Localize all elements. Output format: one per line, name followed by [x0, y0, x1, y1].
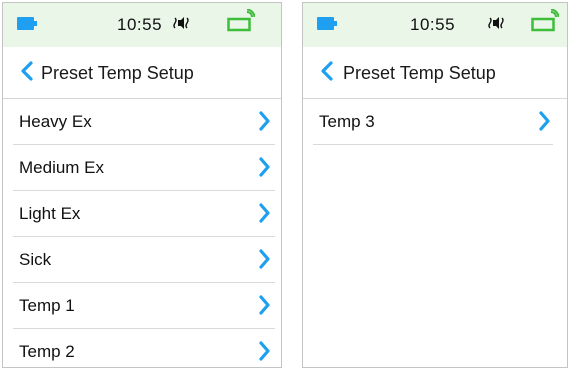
- battery-icon: [17, 17, 38, 30]
- title-bar: Preset Temp Setup: [3, 47, 281, 99]
- list-item-label: Medium Ex: [19, 158, 105, 177]
- back-button[interactable]: [13, 56, 41, 90]
- pump-screen-left: 10:55 Preset Temp Setup Heavy Ex Medium …: [2, 2, 282, 368]
- chevron-right-icon: [258, 203, 271, 223]
- title-bar: Preset Temp Setup: [303, 47, 567, 99]
- list-item-label: Temp 3: [319, 112, 375, 131]
- status-bar: 10:55: [3, 3, 281, 47]
- chevron-right-icon: [258, 295, 271, 315]
- list-item-sick[interactable]: Sick: [13, 237, 275, 283]
- list-item-medium-ex[interactable]: Medium Ex: [13, 145, 275, 191]
- signal-icon: [531, 8, 560, 33]
- list-item-heavy-ex[interactable]: Heavy Ex: [13, 99, 275, 145]
- chevron-left-icon: [320, 60, 334, 86]
- list-item-label: Light Ex: [19, 204, 81, 223]
- status-time: 10:55: [117, 15, 163, 34]
- signal-icon: [227, 8, 256, 33]
- list-item-temp-1[interactable]: Temp 1: [13, 283, 275, 329]
- page-title: Preset Temp Setup: [41, 63, 194, 83]
- preset-temp-list: Heavy Ex Medium Ex Light Ex Sick Temp 1: [3, 99, 281, 367]
- list-item-label: Heavy Ex: [19, 112, 92, 131]
- status-time: 10:55: [410, 15, 456, 34]
- list-item-label: Temp 2: [19, 342, 75, 361]
- list-item-temp-2[interactable]: Temp 2: [13, 329, 275, 367]
- chevron-right-icon: [258, 111, 271, 131]
- chevron-right-icon: [538, 111, 551, 131]
- pump-screen-right: 10:55 Preset Temp Setup Temp 3: [302, 2, 568, 368]
- battery-icon: [317, 17, 338, 30]
- vibrate-sound-icon: [487, 15, 507, 31]
- list-item-label: Temp 1: [19, 296, 75, 315]
- page-title: Preset Temp Setup: [343, 63, 496, 83]
- status-bar: 10:55: [303, 3, 567, 47]
- list-item-label: Sick: [19, 250, 52, 269]
- list-item-temp-3[interactable]: Temp 3: [313, 99, 553, 145]
- chevron-right-icon: [258, 249, 271, 269]
- back-button[interactable]: [313, 56, 341, 90]
- chevron-right-icon: [258, 157, 271, 177]
- chevron-right-icon: [258, 341, 271, 361]
- chevron-left-icon: [20, 60, 34, 86]
- list-item-light-ex[interactable]: Light Ex: [13, 191, 275, 237]
- preset-temp-list: Temp 3: [303, 99, 567, 145]
- vibrate-sound-icon: [172, 15, 192, 31]
